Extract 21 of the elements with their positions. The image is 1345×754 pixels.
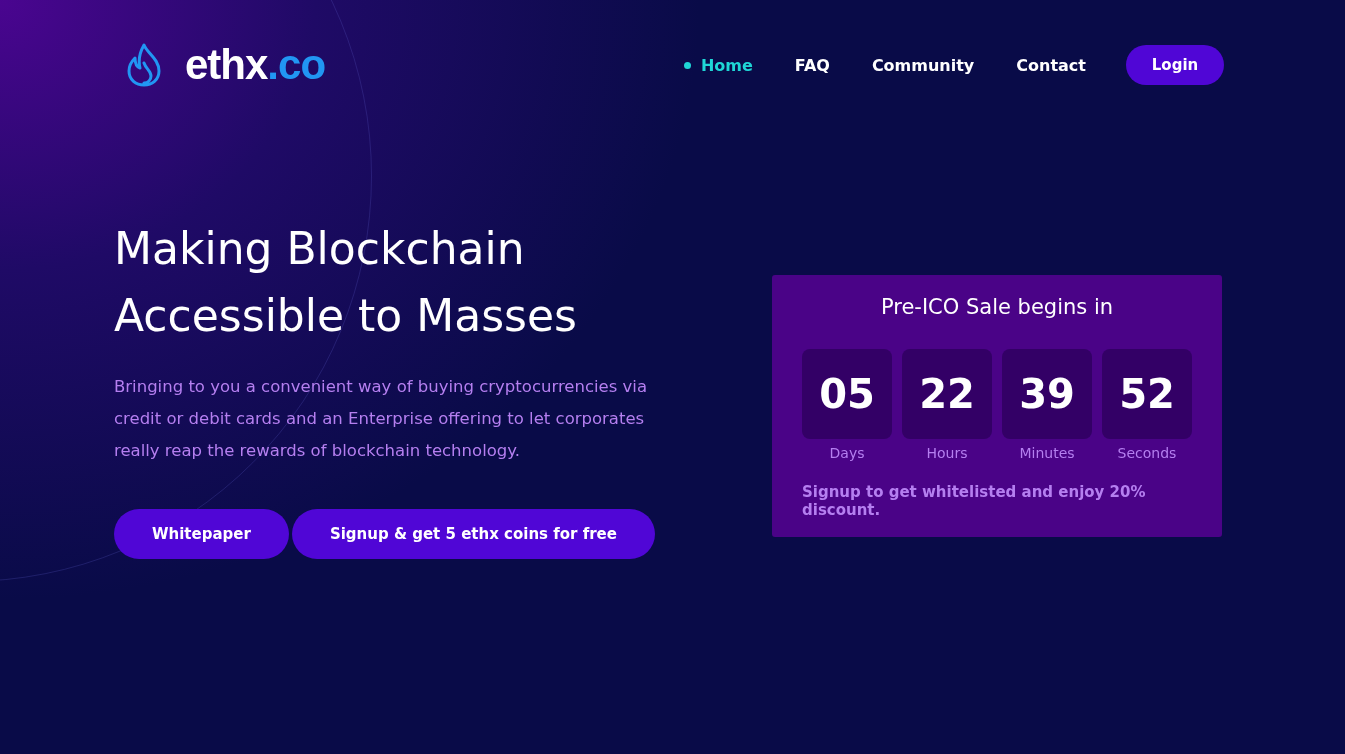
nav-link[interactable]: Home <box>683 55 753 75</box>
nav-link[interactable]: Contact <box>1016 55 1086 75</box>
countdown-title: Pre-ICO Sale begins in <box>880 295 1114 319</box>
nav-link[interactable]: FAQ <box>794 55 830 75</box>
countdown-label: Days <box>829 445 865 461</box>
flame-icon <box>125 43 163 87</box>
countdown-value: 39 <box>1002 349 1092 439</box>
nav-link[interactable]: Community <box>871 55 975 75</box>
countdown-label: Seconds <box>1117 445 1177 461</box>
countdown-value: 52 <box>1102 349 1192 439</box>
login-button[interactable]: Login <box>1126 45 1224 85</box>
hero-description: Bringing to you a convenient way of buying cryptocurrencies via credit or debit cards and an Enterprise offering to let corporates really reap the rewards of blockchain technology. <box>114 376 649 462</box>
hero-title: Making Blockchain Accessible to Masses <box>114 222 578 343</box>
countdown-label: Minutes <box>1019 445 1075 461</box>
whitepaper-button[interactable]: Whitepaper <box>114 509 289 559</box>
countdown-value: 05 <box>802 349 892 439</box>
countdown-value: 22 <box>902 349 992 439</box>
countdown-label: Hours <box>926 445 968 461</box>
signup-button[interactable]: Signup & get 5 ethx coins for free <box>291 509 655 559</box>
logo-text[interactable]: ethx.co <box>185 41 326 89</box>
discount-note: Signup to get whitelisted and enjoy 20% discount. <box>802 483 1147 519</box>
